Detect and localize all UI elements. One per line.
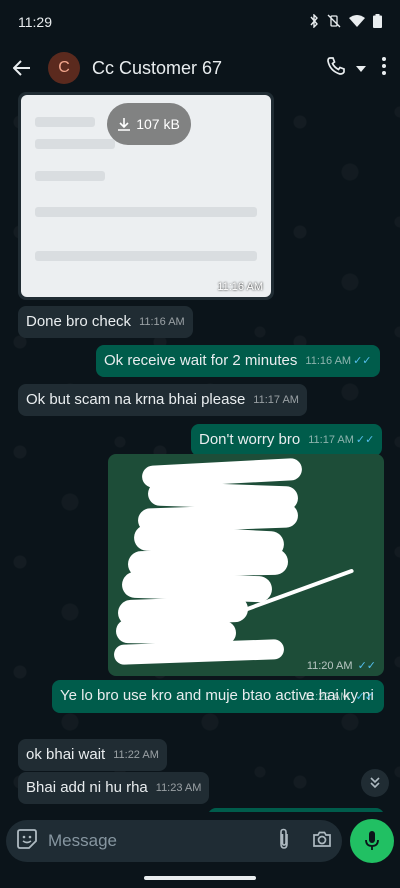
message-list[interactable]: 107 kB 11:16 AM Done bro check 11:16 AM … [0, 92, 400, 812]
message-input-container[interactable] [6, 820, 342, 862]
message-text: ok bhai wait [26, 746, 106, 763]
message-time: 11:22 AM [113, 749, 159, 761]
status-time: 11:29 [18, 14, 52, 30]
status-bar: 11:29 [0, 0, 400, 44]
more-options-button[interactable] [382, 56, 386, 80]
message-time: 11:20 AM [306, 660, 353, 672]
double-chevron-down-icon [370, 777, 380, 789]
outgoing-message[interactable]: Ye lo bro use kro and muje btao active h… [52, 680, 384, 713]
download-size: 107 kB [136, 116, 180, 132]
read-receipt-icon: ✓✓ [353, 355, 372, 367]
download-button[interactable]: 107 kB [107, 103, 191, 145]
more-vertical-icon [382, 56, 386, 75]
message-time: 11:16 AM [305, 355, 352, 367]
incoming-message[interactable]: Done bro check 11:16 AM [18, 306, 193, 338]
message-time: 11:17 AM [253, 394, 299, 406]
status-icons [309, 12, 382, 31]
vibrate-off-icon [327, 14, 341, 31]
blurred-content [35, 139, 115, 149]
message-text: Done bro check [26, 313, 132, 330]
microphone-icon [365, 831, 379, 850]
sticker-icon [17, 828, 37, 849]
message-text: Don't worry bro [199, 431, 301, 448]
avatar[interactable]: C [48, 52, 80, 84]
chevron-down-icon [356, 66, 366, 72]
camera-button[interactable] [312, 830, 332, 853]
voice-call-button[interactable] [326, 56, 346, 81]
message-time-group: 11:20 AM ✓✓ [307, 659, 376, 672]
message-time: 11:16 AM [139, 316, 185, 328]
voice-message-button[interactable] [350, 819, 394, 863]
incoming-message[interactable]: ok bhai wait 11:22 AM [18, 739, 167, 771]
outgoing-message[interactable]: Ok receive wait for 2 minutes 11:16 AM ✓… [96, 345, 380, 377]
message-text: Bhai add ni hu rha [26, 779, 148, 796]
call-options-dropdown[interactable] [356, 59, 366, 77]
outgoing-image-message[interactable]: 11:20 AM ✓✓ [108, 454, 384, 676]
incoming-message[interactable]: Ok but scam na krna bhai please 11:17 AM [18, 384, 307, 416]
sticker-button[interactable] [16, 828, 38, 855]
download-icon [118, 117, 131, 131]
message-text: Ok but scam na krna bhai please [26, 391, 246, 408]
incoming-message[interactable]: Bhai add ni hu rha 11:23 AM [18, 772, 210, 804]
blurred-content [35, 207, 257, 217]
wifi-icon [349, 14, 365, 30]
header-actions [326, 56, 400, 81]
read-receipt-icon: ✓✓ [355, 691, 374, 703]
receipt-image[interactable]: 107 kB 11:16 AM [21, 95, 271, 297]
message-time: 11:22 AM [303, 691, 350, 703]
arrow-left-icon [13, 60, 30, 76]
home-indicator [144, 876, 256, 880]
read-receipt-icon: ✓✓ [357, 660, 376, 672]
bluetooth-icon [309, 12, 319, 31]
blurred-content [35, 117, 95, 127]
camera-icon [313, 831, 331, 847]
message-time: 11:23 AM [155, 782, 202, 794]
message-text: Ok receive wait for 2 minutes [104, 352, 298, 369]
chat-header: C Cc Customer 67 [0, 44, 400, 92]
read-receipt-icon: ✓✓ [355, 434, 375, 446]
incoming-image-message[interactable]: 107 kB 11:16 AM [18, 92, 274, 300]
message-time: 11:16 AM [217, 281, 263, 293]
paperclip-icon [280, 828, 288, 849]
phone-icon [327, 56, 345, 75]
outgoing-message[interactable]: Don't worry bro 11:17 AM ✓✓ [191, 424, 383, 456]
contact-name[interactable]: Cc Customer 67 [92, 58, 326, 79]
scroll-to-bottom-button[interactable] [361, 769, 389, 797]
message-time: 11:17 AM [308, 434, 354, 446]
blurred-content [35, 251, 257, 261]
attach-button[interactable] [278, 828, 290, 855]
blurred-content [35, 171, 105, 181]
battery-icon [373, 13, 382, 31]
back-button[interactable] [0, 44, 44, 92]
message-input[interactable] [48, 831, 278, 851]
